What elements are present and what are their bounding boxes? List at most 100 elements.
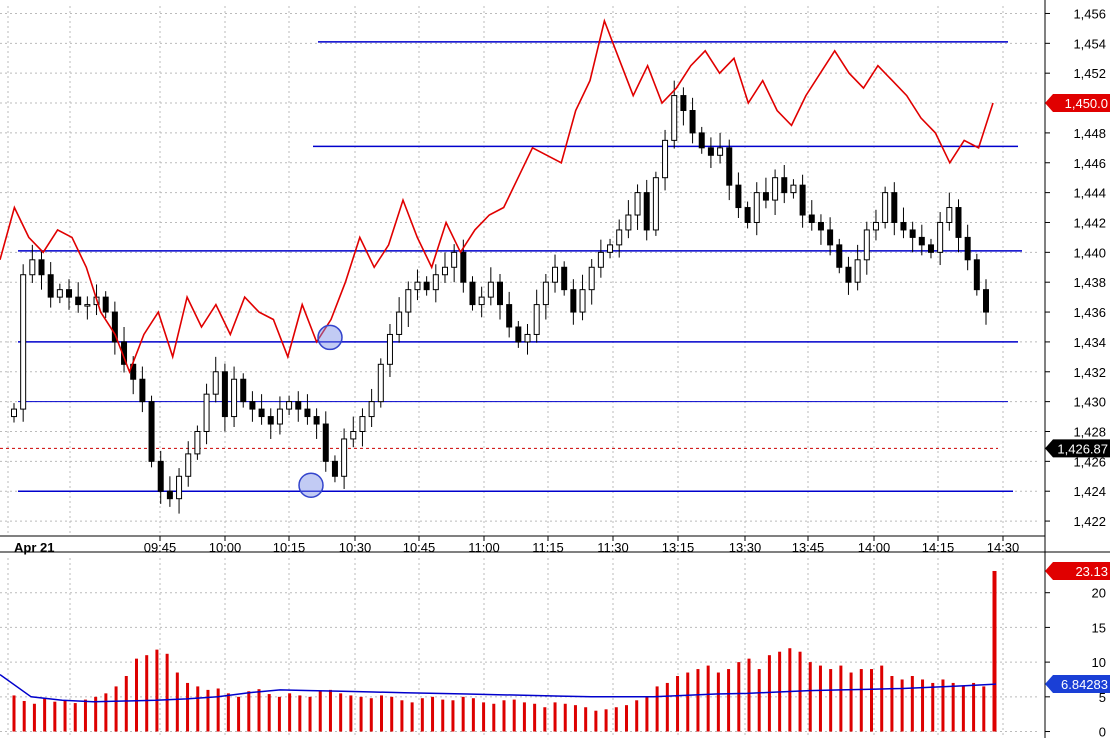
volume-bar xyxy=(53,701,57,732)
candle-body-up xyxy=(20,274,27,410)
candle-body-down xyxy=(799,184,806,216)
volume-bar xyxy=(686,672,690,732)
time-tick-label: 09:45 xyxy=(144,540,177,555)
candle-body-up xyxy=(616,229,623,246)
candle-body-down xyxy=(515,326,522,343)
candle-body-down xyxy=(762,192,769,201)
volume-bar xyxy=(808,662,812,732)
candle-body-up xyxy=(717,147,724,156)
candle-body-up xyxy=(946,207,953,223)
candle-body-down xyxy=(707,147,714,156)
candle-body-up xyxy=(84,304,91,307)
candle-body-up xyxy=(607,244,614,253)
candle-body-up xyxy=(854,259,861,283)
candle-body-up xyxy=(542,281,549,306)
candle-body-up xyxy=(350,430,357,440)
time-tick-label: 11:00 xyxy=(468,540,500,555)
volume-bar xyxy=(420,698,424,732)
price-volume-chart: 09:45 10:00 10:15 10:30 10:45 11:00 11:15 11:30… xyxy=(0,0,1110,740)
candle-body-up xyxy=(414,281,421,291)
candle-body-down xyxy=(827,229,834,246)
volume-bar xyxy=(573,705,577,732)
candle-body-down xyxy=(744,207,751,223)
volume-bar xyxy=(696,669,700,732)
candle-body-up xyxy=(872,221,879,231)
price-tick-label: 1,434 xyxy=(1073,335,1106,350)
candle-body-up xyxy=(432,274,439,291)
candle-body-down xyxy=(918,236,925,246)
volume-bar xyxy=(625,705,628,732)
candle-body-up xyxy=(652,177,659,231)
candle-body-down xyxy=(322,423,329,462)
price-tick-label: 1,430 xyxy=(1073,395,1106,410)
volume-bar xyxy=(757,669,761,732)
volume-bar xyxy=(482,702,486,732)
volume-bar xyxy=(767,655,771,732)
candle-body-up xyxy=(203,393,210,432)
volume-bar xyxy=(594,710,598,732)
volume-bar xyxy=(512,699,516,732)
price-tick-label: 1,442 xyxy=(1073,215,1106,230)
volume-bar xyxy=(165,653,169,732)
volume-bar xyxy=(706,665,710,732)
volume-bar xyxy=(747,658,751,732)
volume-bar xyxy=(186,682,190,732)
volume-bar xyxy=(829,669,833,732)
volume-bar xyxy=(676,676,680,732)
candle-body-up xyxy=(396,311,403,335)
candle-body-down xyxy=(643,192,650,231)
price-tick-label: 1,448 xyxy=(1073,126,1106,141)
marker-high-circle xyxy=(317,324,343,351)
candle-body-down xyxy=(964,236,971,261)
volume-bar xyxy=(604,709,608,732)
candle-body-up xyxy=(662,139,669,179)
candle-body-down xyxy=(166,490,173,500)
volume-bar xyxy=(900,679,904,732)
volume-bar xyxy=(145,655,149,732)
volume-bar xyxy=(931,682,935,732)
candle-body-up xyxy=(377,363,384,403)
candle-body-down xyxy=(38,259,45,276)
volume-bar xyxy=(716,672,720,732)
candle-body-up xyxy=(487,281,494,298)
time-tick-label: 14:30 xyxy=(987,540,1020,555)
price-tick-label: 1,438 xyxy=(1073,275,1106,290)
volume-bar xyxy=(461,696,465,732)
volume-bar xyxy=(390,696,394,732)
candle-body-down xyxy=(836,244,843,268)
time-tick-label: 14:15 xyxy=(922,540,955,555)
candle-body-up xyxy=(276,408,283,425)
candle-body-down xyxy=(506,304,513,328)
candle-body-up xyxy=(368,401,375,418)
volume-bar xyxy=(431,696,435,732)
volume-bar xyxy=(339,693,343,732)
volume-bar xyxy=(73,703,77,732)
candle-body-up xyxy=(194,430,201,455)
volume-bar xyxy=(135,658,138,732)
date-label: Apr 21 xyxy=(14,540,54,555)
volume-bar xyxy=(196,686,200,732)
candle-body-up xyxy=(588,266,595,291)
candle-body-up xyxy=(552,266,559,283)
volume-bar xyxy=(584,707,588,732)
candle-body-down xyxy=(66,289,73,298)
candle-body-down xyxy=(891,192,898,223)
candle-body-up xyxy=(597,251,604,268)
candle-body-down xyxy=(249,401,256,410)
candle-body-down xyxy=(258,408,265,418)
candle-body-down xyxy=(221,371,228,418)
volume-bar xyxy=(318,691,322,732)
marker-low-circle xyxy=(298,472,324,498)
candle-body-down xyxy=(570,289,577,313)
time-tick-label: 11:30 xyxy=(597,540,629,555)
candle-body-down xyxy=(726,147,733,186)
candle-body-up xyxy=(753,192,760,223)
price-tick-label: 1,424 xyxy=(1073,484,1106,499)
time-tick-label: 10:15 xyxy=(273,540,306,555)
volume-bar xyxy=(43,698,47,732)
volume-average-last-value-label-text: 6.84283 xyxy=(1061,677,1108,692)
volume-bar xyxy=(655,686,659,732)
volume-last-value-label: 23.13 xyxy=(1045,561,1110,580)
candle-body-up xyxy=(478,296,485,306)
candle-body-down xyxy=(973,259,980,291)
